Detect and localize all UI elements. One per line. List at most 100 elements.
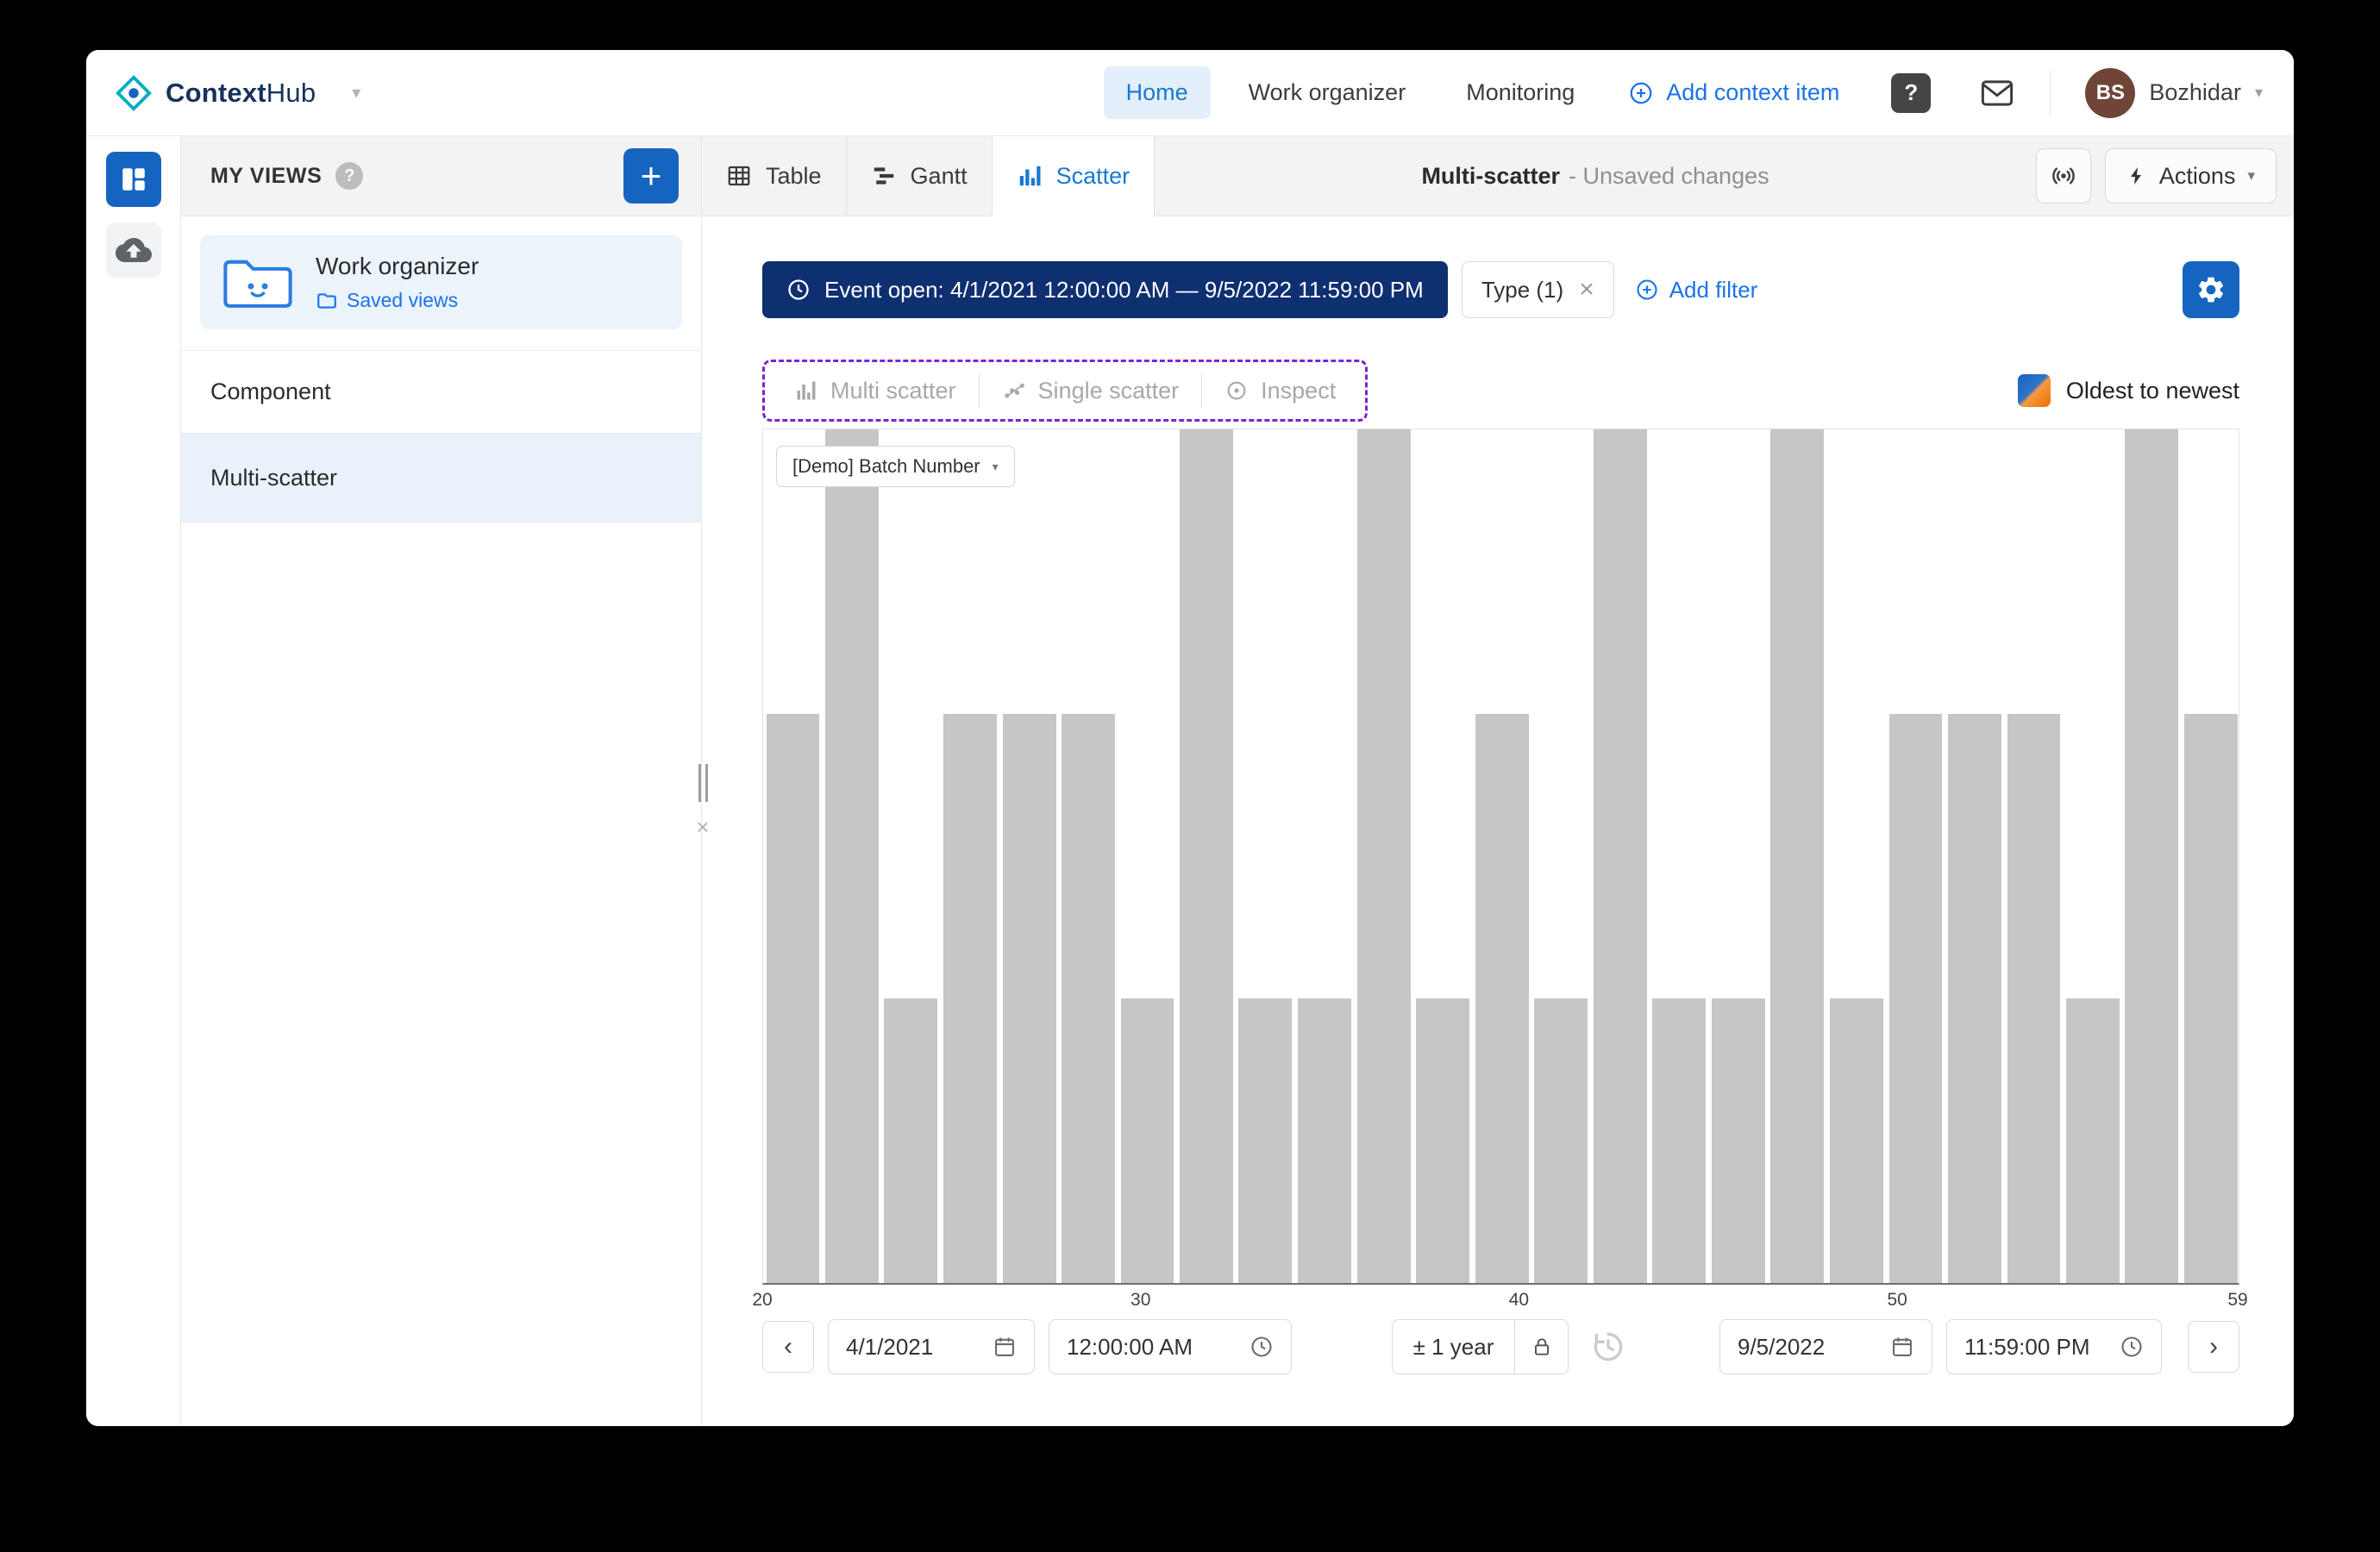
multi-scatter-mode-button[interactable]: Multi scatter	[772, 362, 979, 419]
avatar[interactable]: BS	[2085, 68, 2135, 118]
tab-scatter[interactable]: Scatter	[993, 136, 1156, 216]
calendar-icon[interactable]	[1890, 1335, 1914, 1359]
gear-icon	[2195, 274, 2227, 305]
tab-gantt[interactable]: Gantt	[847, 136, 993, 216]
top-nav: ContextHub ▾ Home Work organizer Monitor…	[86, 50, 2294, 136]
histogram-bar[interactable]	[1770, 429, 1824, 1283]
histogram-bar[interactable]	[1712, 998, 1765, 1283]
add-view-button[interactable]: +	[623, 148, 679, 203]
user-menu[interactable]: BS Bozhidar ▾	[2085, 68, 2263, 118]
scatter-icon	[1017, 163, 1043, 189]
mail-icon[interactable]	[1979, 75, 2015, 111]
brand-name: ContextHub	[166, 78, 316, 109]
type-filter-chip[interactable]: Type (1) ×	[1462, 261, 1614, 318]
histogram-bar[interactable]	[2125, 429, 2178, 1283]
histogram-bar[interactable]	[1416, 998, 1469, 1283]
single-scatter-mode-button[interactable]: Single scatter	[980, 362, 1202, 419]
histogram-bar[interactable]	[1475, 714, 1529, 1283]
histogram-bar[interactable]	[1003, 714, 1056, 1283]
range-input[interactable]: ± 1 year	[1392, 1319, 1515, 1374]
step-forward-button[interactable]: ›	[2188, 1321, 2239, 1373]
chevron-right-icon: ›	[2209, 1332, 2218, 1361]
single-scatter-icon	[1002, 379, 1026, 403]
x-axis-tick-label: 20	[752, 1290, 772, 1311]
inspect-icon	[1224, 379, 1249, 403]
clock-icon	[786, 278, 811, 302]
histogram-bar[interactable]	[1652, 998, 1706, 1283]
scatter-plot-area[interactable]	[763, 429, 2239, 1283]
histogram-bar[interactable]	[943, 714, 997, 1283]
nav-item-work-organizer[interactable]: Work organizer	[1226, 66, 1429, 119]
scatter-chart[interactable]: [Demo] Batch Number ▾ 2030405059	[762, 429, 2239, 1285]
end-date-input[interactable]: 9/5/2022	[1719, 1319, 1932, 1374]
brand[interactable]: ContextHub	[114, 73, 316, 113]
filter-bar: Event open: 4/1/2021 12:00:00 AM — 9/5/2…	[762, 261, 2239, 318]
view-item-multi-scatter[interactable]: Multi-scatter	[181, 433, 701, 523]
view-list: Component Multi-scatter	[181, 350, 701, 523]
chevron-down-icon[interactable]: ▾	[352, 82, 360, 103]
folder-small-icon	[316, 290, 338, 312]
gantt-icon	[871, 163, 897, 189]
gradient-legend-swatch[interactable]	[2018, 374, 2051, 407]
event-open-filter-chip[interactable]: Event open: 4/1/2021 12:00:00 AM — 9/5/2…	[762, 261, 1448, 318]
end-time-input[interactable]: 11:59:00 PM	[1946, 1319, 2162, 1374]
histogram-bar[interactable]	[825, 429, 879, 1283]
histogram-bar[interactable]	[884, 998, 937, 1283]
divider	[2050, 71, 2051, 116]
histogram-bar[interactable]	[1238, 998, 1292, 1283]
close-icon[interactable]: ×	[1579, 277, 1594, 303]
table-icon	[726, 163, 752, 189]
inspect-mode-button[interactable]: Inspect	[1202, 362, 1358, 419]
histogram-bar[interactable]	[1889, 714, 1943, 1283]
tab-table[interactable]: Table	[702, 136, 847, 216]
x-axis-ticks: 2030405059	[762, 1285, 2239, 1312]
histogram-bar[interactable]	[1121, 998, 1174, 1283]
saved-views-link[interactable]: Saved views	[316, 289, 479, 312]
step-back-button[interactable]: ‹	[762, 1321, 814, 1373]
start-date-input[interactable]: 4/1/2021	[828, 1319, 1035, 1374]
panel-splitter[interactable]: ×	[690, 764, 716, 838]
workspace-title: Work organizer	[316, 253, 479, 280]
actions-button[interactable]: Actions ▾	[2105, 148, 2277, 203]
settings-button[interactable]	[2183, 261, 2239, 318]
unsaved-changes-status: - Unsaved changes	[1569, 163, 1769, 190]
my-views-help-icon[interactable]: ?	[335, 162, 363, 190]
icon-rail	[86, 136, 181, 1426]
cloud-upload-button[interactable]	[106, 222, 161, 278]
views-panel-button[interactable]	[106, 152, 161, 207]
histogram-bar[interactable]	[1594, 429, 1647, 1283]
clock-icon[interactable]	[1250, 1335, 1274, 1359]
splitter-close-icon[interactable]: ×	[696, 816, 709, 838]
histogram-bar[interactable]	[767, 714, 820, 1283]
broadcast-button[interactable]	[2036, 148, 2091, 203]
histogram-bar[interactable]	[1948, 714, 2001, 1283]
help-icon[interactable]: ?	[1891, 73, 1931, 113]
histogram-bar[interactable]	[1298, 998, 1351, 1283]
lock-button[interactable]	[1515, 1319, 1569, 1374]
calendar-icon[interactable]	[993, 1335, 1017, 1359]
histogram-bar[interactable]	[2007, 714, 2061, 1283]
histogram-bar[interactable]	[1062, 714, 1115, 1283]
add-filter-button[interactable]: Add filter	[1635, 277, 1758, 304]
histogram-bar[interactable]	[1357, 429, 1411, 1283]
sort-order[interactable]: Oldest to newest	[2018, 374, 2239, 407]
view-item-component[interactable]: Component	[181, 350, 701, 433]
start-time-input[interactable]: 12:00:00 AM	[1049, 1319, 1292, 1374]
history-icon[interactable]	[1589, 1328, 1627, 1366]
splitter-grip-icon[interactable]	[698, 764, 708, 802]
clock-icon[interactable]	[2120, 1335, 2144, 1359]
end-controls: 9/5/2022 11:59:00 PM	[1719, 1319, 2239, 1374]
range-group: ± 1 year	[1392, 1319, 1569, 1374]
nav-item-home[interactable]: Home	[1104, 66, 1211, 119]
histogram-bar[interactable]	[1830, 998, 1883, 1283]
chevron-down-icon: ▾	[993, 460, 999, 474]
add-context-item-button[interactable]: Add context item	[1628, 79, 1839, 106]
histogram-bar[interactable]	[2066, 998, 2120, 1283]
app-body: MY VIEWS ? + Work organizer	[86, 136, 2294, 1426]
series-dropdown[interactable]: [Demo] Batch Number ▾	[776, 446, 1015, 487]
histogram-bar[interactable]	[1180, 429, 1233, 1283]
histogram-bar[interactable]	[1534, 998, 1588, 1283]
histogram-bar[interactable]	[2184, 714, 2238, 1283]
work-organizer-card[interactable]: Work organizer Saved views	[200, 235, 682, 329]
nav-item-monitoring[interactable]: Monitoring	[1444, 66, 1597, 119]
